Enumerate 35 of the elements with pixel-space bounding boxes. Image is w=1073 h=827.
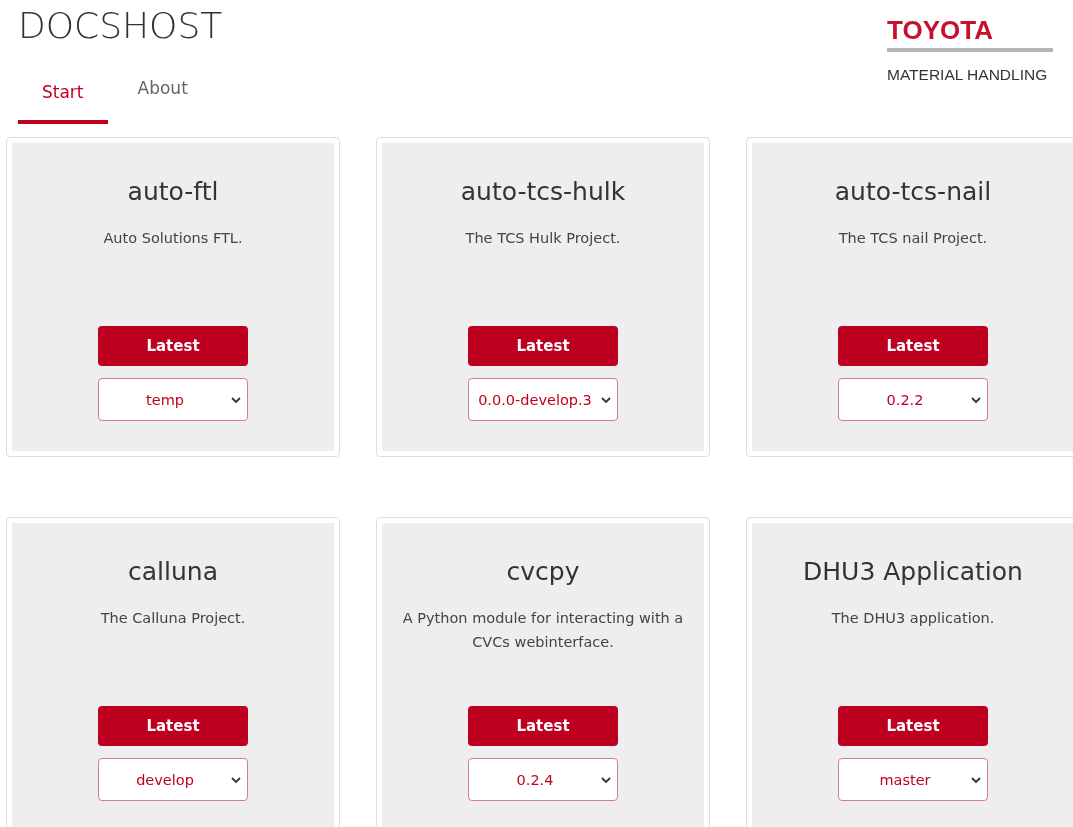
- nav-tab[interactable]: About: [113, 78, 212, 124]
- chevron-down-icon: [971, 777, 981, 784]
- chevron-down-icon: [601, 777, 611, 784]
- version-dropdown[interactable]: 0.2.4: [468, 758, 618, 801]
- logo-subtitle: MATERIAL HANDLING: [887, 66, 1048, 84]
- version-dropdown[interactable]: temp: [98, 378, 248, 421]
- version-dropdown[interactable]: develop: [98, 758, 248, 801]
- project-description: The Calluna Project.: [100, 609, 246, 628]
- project-description: The DHU3 application.: [831, 609, 995, 628]
- chevron-down-icon: [971, 397, 981, 404]
- latest-button[interactable]: Latest: [468, 706, 618, 746]
- latest-button[interactable]: Latest: [98, 706, 248, 746]
- project-name: cvcpy: [506, 557, 580, 586]
- project-name: DHU3 Application: [803, 557, 1023, 586]
- chevron-down-icon: [601, 397, 611, 404]
- version-dropdown[interactable]: 0.0.0-develop.3: [468, 378, 618, 421]
- project-description: A Python module for interacting with a CVCs webinterface.: [401, 609, 685, 652]
- chevron-down-icon: [231, 777, 241, 784]
- project-name: auto-ftl: [127, 177, 219, 206]
- project-description: The TCS nail Project.: [838, 229, 988, 248]
- logo-brand: TOYOTA: [887, 16, 993, 44]
- chevron-down-icon: [231, 397, 241, 404]
- latest-button[interactable]: Latest: [838, 706, 988, 746]
- project-name: auto-tcs-hulk: [460, 177, 626, 206]
- project-description: The TCS Hulk Project.: [465, 229, 621, 248]
- version-dropdown[interactable]: master: [838, 758, 988, 801]
- version-dropdown[interactable]: 0.2.2: [838, 378, 988, 421]
- project-description: Auto Solutions FTL.: [103, 229, 243, 248]
- latest-button[interactable]: Latest: [838, 326, 988, 366]
- nav-tab[interactable]: Start: [18, 78, 108, 124]
- project-name: auto-tcs-nail: [834, 177, 992, 206]
- site-title: DOCSHOST: [18, 4, 223, 48]
- latest-button[interactable]: Latest: [468, 326, 618, 366]
- latest-button[interactable]: Latest: [98, 326, 248, 366]
- project-name: calluna: [128, 557, 218, 586]
